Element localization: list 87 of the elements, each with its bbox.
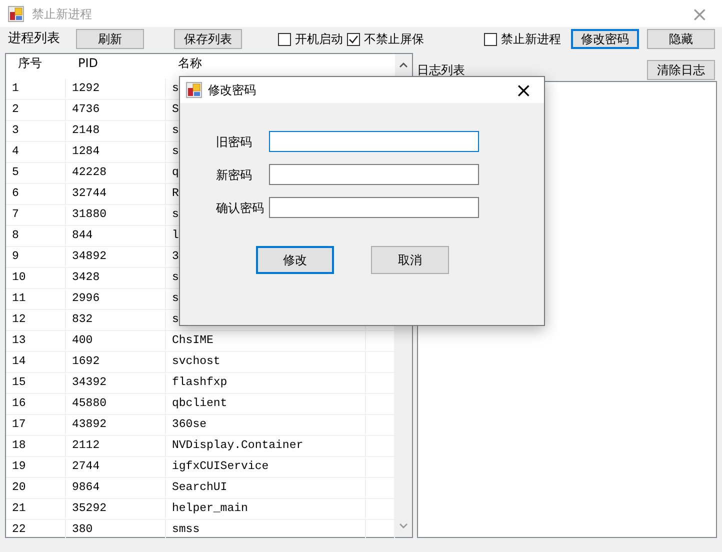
dialog-button[interactable]: 取消 bbox=[371, 246, 449, 274]
table-cell-text: ChsIME bbox=[172, 333, 214, 350]
table-cell-text: 9864 bbox=[72, 480, 100, 496]
table-cell-text: 4 bbox=[12, 144, 19, 160]
table-cell-text: 400 bbox=[72, 333, 93, 350]
toolbar-button[interactable]: 修改密码 bbox=[571, 29, 639, 49]
table-cell-text: 32744 bbox=[72, 186, 107, 202]
table-cell-text: flashfxp bbox=[172, 375, 228, 392]
checkbox-label[interactable]: 开机启动 bbox=[295, 30, 343, 48]
table-cell-text: s bbox=[172, 81, 179, 98]
table-cell-text: q bbox=[172, 165, 179, 182]
section-label: 进程列表 bbox=[8, 30, 60, 48]
close-button[interactable]: × bbox=[509, 80, 538, 100]
table-cell-text: 2 bbox=[12, 102, 19, 118]
window-title: 禁止新进程 bbox=[32, 6, 92, 22]
checkbox-label[interactable]: 禁止新进程 bbox=[501, 30, 561, 48]
table-cell-text: 4736 bbox=[72, 102, 100, 118]
table-cell-text: 1284 bbox=[72, 144, 100, 160]
table-cell-text: 11 bbox=[12, 291, 26, 308]
table-cell-text: 31880 bbox=[72, 207, 107, 224]
table-cell-text: svchost bbox=[172, 354, 220, 370]
table-cell-text: 844 bbox=[72, 228, 93, 244]
table-cell-text: 3 bbox=[172, 249, 179, 266]
table-cell-text: R bbox=[172, 186, 179, 202]
field-label: 新密码 bbox=[216, 166, 253, 184]
table-cell-text: 6 bbox=[12, 186, 19, 202]
log-label: 日志列表 bbox=[417, 62, 465, 79]
table-cell-text: 45880 bbox=[72, 396, 107, 412]
table-cell-text: 35292 bbox=[72, 501, 107, 518]
table-cell-text: 14 bbox=[12, 354, 26, 370]
table-cell-text: s bbox=[172, 270, 179, 286]
table-cell-text: 21 bbox=[12, 501, 26, 518]
column-header: 序号 bbox=[18, 56, 42, 70]
dialog-title: 修改密码 bbox=[208, 82, 256, 99]
table-cell-text: 22 bbox=[12, 522, 26, 538]
clear-log-button[interactable]: 清除日志 bbox=[647, 60, 715, 80]
table-cell-text: 1292 bbox=[72, 81, 100, 98]
table-cell-text: 1 bbox=[12, 81, 19, 98]
table-cell-text: 10 bbox=[12, 270, 26, 286]
table-cell-text: s bbox=[172, 144, 179, 160]
table-cell-text: 2744 bbox=[72, 459, 100, 476]
table-cell-text: igfxCUIService bbox=[172, 459, 269, 476]
table-cell-text: 5 bbox=[12, 165, 19, 182]
table-cell-text: 8 bbox=[12, 228, 19, 244]
table-cell-text: s bbox=[172, 207, 179, 224]
table-cell-text: 9 bbox=[12, 249, 19, 266]
dialog-button[interactable]: 修改 bbox=[256, 246, 334, 274]
table-cell-text: NVDisplay.Container bbox=[172, 438, 304, 454]
table-cell-text: 20 bbox=[12, 480, 26, 496]
table-cell-text: 43892 bbox=[72, 417, 107, 434]
table-cell-text: 18 bbox=[12, 438, 26, 454]
table-cell-text: 2996 bbox=[72, 291, 100, 308]
table-cell-text: 2148 bbox=[72, 123, 100, 140]
table-cell-text: 42228 bbox=[72, 165, 107, 182]
table-cell-text: 12 bbox=[12, 312, 26, 328]
table-cell-text: 1692 bbox=[72, 354, 100, 370]
table-cell-text: 15 bbox=[12, 375, 26, 392]
field-label: 旧密码 bbox=[216, 134, 253, 150]
table-cell-text: qbclient bbox=[172, 396, 228, 412]
column-header: PID bbox=[78, 56, 98, 70]
checkbox-label[interactable]: 不禁止屏保 bbox=[364, 30, 424, 48]
table-cell-text: 2112 bbox=[72, 438, 100, 454]
table-cell-text: 7 bbox=[12, 207, 19, 224]
table-cell-text: 13 bbox=[12, 333, 26, 350]
table-cell-text: 17 bbox=[12, 417, 26, 434]
table-cell-text: 3 bbox=[12, 123, 19, 140]
toolbar-button[interactable]: 隐藏 bbox=[647, 29, 715, 49]
table-cell-text: s bbox=[172, 123, 179, 140]
table-cell-text: S bbox=[172, 102, 179, 118]
table-cell-text: l bbox=[172, 228, 179, 244]
table-cell-text: 3428 bbox=[72, 270, 100, 286]
table-cell-text: helper_main bbox=[172, 501, 248, 518]
table-cell-text: s bbox=[172, 291, 179, 308]
table-cell-text: 19 bbox=[12, 459, 26, 476]
table-cell-text: 832 bbox=[72, 312, 93, 328]
table-cell-text: 16 bbox=[12, 396, 26, 412]
column-header: 名称 bbox=[178, 56, 202, 70]
table-cell-text: 360se bbox=[172, 417, 207, 434]
table-cell-text: 380 bbox=[72, 522, 93, 538]
toolbar-button[interactable]: 刷新 bbox=[76, 29, 144, 49]
toolbar-button[interactable]: 保存列表 bbox=[174, 29, 242, 49]
table-cell-text: SearchUI bbox=[172, 480, 228, 496]
table-cell-text: 34892 bbox=[72, 249, 107, 266]
field-label: 确认密码 bbox=[216, 200, 265, 216]
table-cell-text: 34392 bbox=[72, 375, 107, 392]
table-cell-text: s bbox=[172, 312, 179, 328]
table-cell-text: smss bbox=[172, 522, 200, 538]
